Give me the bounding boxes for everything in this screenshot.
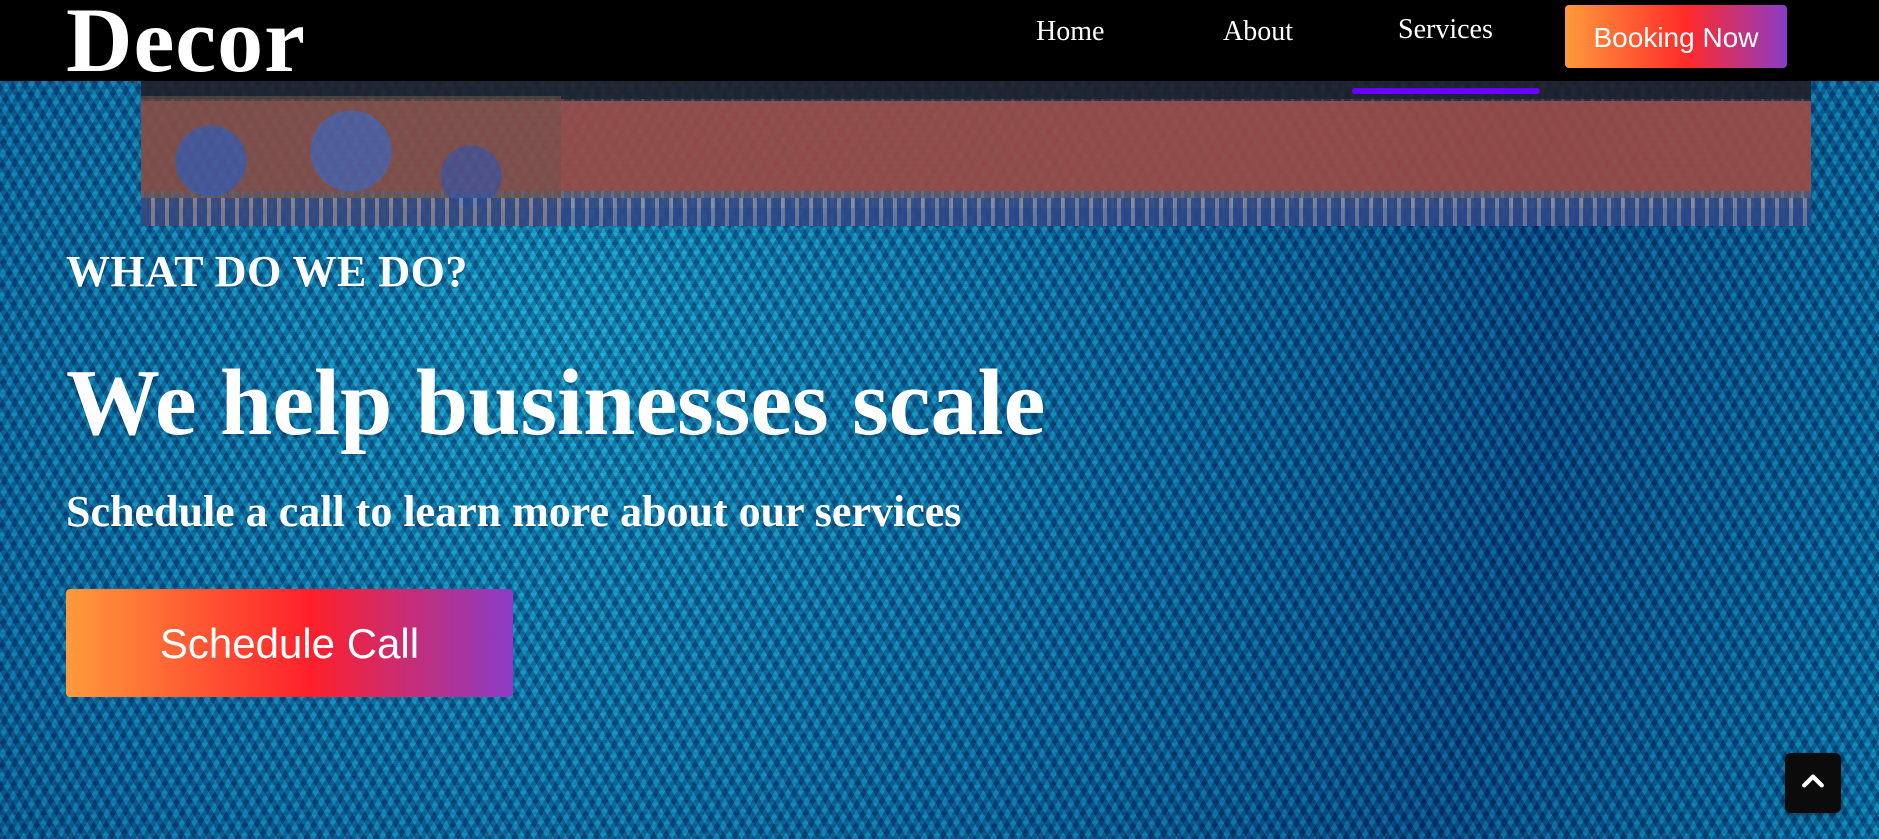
back-to-top-button[interactable] (1785, 753, 1841, 813)
schedule-call-button[interactable]: Schedule Call (66, 589, 513, 697)
booking-now-button[interactable]: Booking Now (1565, 5, 1787, 68)
nav-home-link[interactable]: Home (1036, 18, 1104, 46)
decorative-banner (141, 81, 1811, 226)
hero-subhead: Schedule a call to learn more about our … (66, 487, 962, 536)
hero-kicker: WHAT DO WE DO? (66, 247, 468, 296)
chevron-up-icon (1798, 766, 1828, 801)
top-header: Decor Home About Services Booking Now (0, 0, 1879, 86)
top-navigation: Home About Services Booking Now (0, 0, 1879, 81)
hero-headline: We help businesses scale (66, 351, 1046, 455)
nav-active-underline (1352, 88, 1540, 94)
nav-about-link[interactable]: About (1223, 18, 1293, 46)
nav-services-link[interactable]: Services (1398, 16, 1493, 44)
